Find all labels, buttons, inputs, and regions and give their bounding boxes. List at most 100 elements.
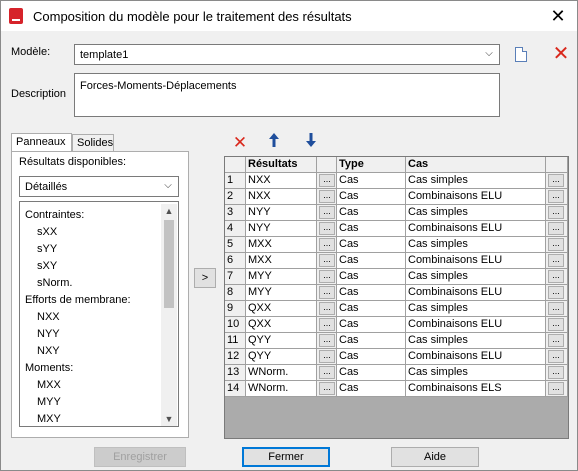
result-cell[interactable]: QYY xyxy=(246,349,317,365)
list-item[interactable]: NXX xyxy=(37,311,60,323)
result-browse-button[interactable]: ... xyxy=(319,238,335,251)
list-item[interactable]: sNorm. xyxy=(37,277,72,289)
case-browse-button[interactable]: ... xyxy=(548,270,564,283)
type-cell[interactable]: Cas xyxy=(337,269,406,285)
case-browse-button[interactable]: ... xyxy=(548,190,564,203)
type-cell[interactable]: Cas xyxy=(337,221,406,237)
list-item[interactable]: sXX xyxy=(37,226,57,238)
save-button[interactable]: Enregistrer xyxy=(94,447,186,467)
case-browse-button[interactable]: ... xyxy=(548,174,564,187)
close-window-button[interactable]: ✕ xyxy=(547,5,569,27)
add-result-button[interactable]: > xyxy=(194,268,216,288)
type-cell[interactable]: Cas xyxy=(337,205,406,221)
case-cell[interactable]: Cas simples xyxy=(406,269,546,285)
result-browse-button[interactable]: ... xyxy=(319,254,335,267)
list-item[interactable]: MXX xyxy=(37,379,61,391)
case-cell[interactable]: Cas simples xyxy=(406,333,546,349)
type-cell[interactable]: Cas xyxy=(337,381,406,397)
result-browse-button[interactable]: ... xyxy=(319,302,335,315)
close-button[interactable]: Fermer xyxy=(242,447,330,467)
case-cell[interactable]: Cas simples xyxy=(406,365,546,381)
result-browse-button[interactable]: ... xyxy=(319,190,335,203)
result-cell[interactable]: QXX xyxy=(246,301,317,317)
case-column-header[interactable]: Cas xyxy=(406,157,546,173)
result-cell[interactable]: WNorm. xyxy=(246,381,317,397)
delete-model-icon[interactable]: ✕ xyxy=(550,43,572,65)
result-cell[interactable]: NXX xyxy=(246,189,317,205)
delete-icon[interactable]: ✕ xyxy=(229,132,251,154)
help-button[interactable]: Aide xyxy=(391,447,479,467)
arrow-down-icon[interactable] xyxy=(300,132,322,154)
list-group-header[interactable]: Efforts de membrane: xyxy=(25,294,131,306)
list-group-header[interactable]: Moments: xyxy=(25,362,73,374)
type-cell[interactable]: Cas xyxy=(337,349,406,365)
result-browse-button[interactable]: ... xyxy=(319,350,335,363)
list-item[interactable]: NXY xyxy=(37,345,60,357)
case-cell[interactable]: Combinaisons ELU xyxy=(406,189,546,205)
case-browse-button[interactable]: ... xyxy=(548,222,564,235)
result-browse-button[interactable]: ... xyxy=(319,318,335,331)
case-cell[interactable]: Combinaisons ELS xyxy=(406,381,546,397)
result-cell[interactable]: QXX xyxy=(246,317,317,333)
result-browse-button[interactable]: ... xyxy=(319,382,335,395)
case-cell[interactable]: Cas simples xyxy=(406,173,546,189)
list-scrollbar[interactable]: ▲ ▼ xyxy=(161,204,177,426)
results-grid[interactable]: Résultats Type Cas 1 NXX... Cas Cas simples… xyxy=(224,156,569,439)
result-cell[interactable]: NXX xyxy=(246,173,317,189)
results-column-header[interactable]: Résultats xyxy=(246,157,317,173)
result-browse-button[interactable]: ... xyxy=(319,366,335,379)
case-browse-button[interactable]: ... xyxy=(548,254,564,267)
available-results-list[interactable]: Contraintes: sXX sYY sXY sNorm. Efforts … xyxy=(19,201,179,427)
type-cell[interactable]: Cas xyxy=(337,285,406,301)
list-item[interactable]: MXY xyxy=(37,413,61,425)
new-document-icon[interactable] xyxy=(515,47,527,62)
results-filter-select[interactable]: Détaillés ⌵ xyxy=(19,176,179,197)
type-column-header[interactable]: Type xyxy=(337,157,406,173)
case-browse-button[interactable]: ... xyxy=(548,350,564,363)
type-cell[interactable]: Cas xyxy=(337,365,406,381)
result-browse-button[interactable]: ... xyxy=(319,174,335,187)
tab-panneaux[interactable]: Panneaux xyxy=(11,133,72,151)
case-cell[interactable]: Combinaisons ELU xyxy=(406,221,546,237)
result-browse-button[interactable]: ... xyxy=(319,270,335,283)
result-cell[interactable]: MXX xyxy=(246,237,317,253)
case-cell[interactable]: Combinaisons ELU xyxy=(406,285,546,301)
result-cell[interactable]: MYY xyxy=(246,285,317,301)
result-cell[interactable]: MXX xyxy=(246,253,317,269)
description-field[interactable]: Forces-Moments-Déplacements xyxy=(74,73,500,117)
scroll-down-icon[interactable]: ▼ xyxy=(161,412,177,426)
type-cell[interactable]: Cas xyxy=(337,189,406,205)
case-browse-button[interactable]: ... xyxy=(548,318,564,331)
case-browse-button[interactable]: ... xyxy=(548,302,564,315)
scroll-thumb[interactable] xyxy=(164,220,174,308)
case-cell[interactable]: Combinaisons ELU xyxy=(406,349,546,365)
list-item[interactable]: MYY xyxy=(37,396,61,408)
tab-solides[interactable]: Solides xyxy=(72,134,114,151)
case-browse-button[interactable]: ... xyxy=(548,238,564,251)
type-cell[interactable]: Cas xyxy=(337,317,406,333)
case-browse-button[interactable]: ... xyxy=(548,382,564,395)
case-cell[interactable]: Cas simples xyxy=(406,301,546,317)
case-cell[interactable]: Combinaisons ELU xyxy=(406,317,546,333)
result-browse-button[interactable]: ... xyxy=(319,222,335,235)
type-cell[interactable]: Cas xyxy=(337,237,406,253)
result-browse-button[interactable]: ... xyxy=(319,286,335,299)
result-browse-button[interactable]: ... xyxy=(319,334,335,347)
type-cell[interactable]: Cas xyxy=(337,173,406,189)
list-item[interactable]: sYY xyxy=(37,243,57,255)
case-cell[interactable]: Combinaisons ELU xyxy=(406,253,546,269)
case-cell[interactable]: Cas simples xyxy=(406,237,546,253)
type-cell[interactable]: Cas xyxy=(337,333,406,349)
result-cell[interactable]: WNorm. xyxy=(246,365,317,381)
list-group-header[interactable]: Contraintes: xyxy=(25,209,84,221)
result-cell[interactable]: QYY xyxy=(246,333,317,349)
model-select[interactable]: template1 ⌵ xyxy=(74,44,500,65)
case-browse-button[interactable]: ... xyxy=(548,286,564,299)
result-cell[interactable]: NYY xyxy=(246,205,317,221)
case-browse-button[interactable]: ... xyxy=(548,334,564,347)
case-cell[interactable]: Cas simples xyxy=(406,205,546,221)
result-cell[interactable]: MYY xyxy=(246,269,317,285)
case-browse-button[interactable]: ... xyxy=(548,366,564,379)
case-browse-button[interactable]: ... xyxy=(548,206,564,219)
type-cell[interactable]: Cas xyxy=(337,301,406,317)
